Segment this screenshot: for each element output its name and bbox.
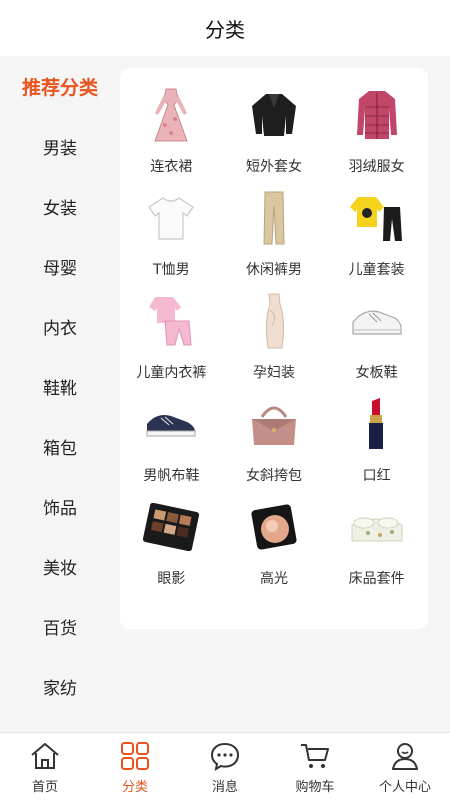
kids-underwear-icon — [140, 290, 202, 352]
home-icon — [28, 739, 62, 773]
dress-icon — [140, 84, 202, 146]
sidebar-item-beauty[interactable]: 美妆 — [0, 536, 120, 596]
grid-item-label: 羽绒服女 — [348, 159, 405, 175]
grid-item-crossbody-bag[interactable]: 女斜挎包 — [223, 393, 326, 496]
bottom-tab-bar: 首页 分类 消息 购物车 个人中心 — [0, 732, 450, 800]
tab-category[interactable]: 分类 — [90, 733, 180, 800]
sidebar-item-accessories[interactable]: 饰品 — [0, 476, 120, 536]
grid-item-bedding[interactable]: 床品套件 — [325, 496, 428, 599]
grid-item-label: 儿童内衣裤 — [136, 365, 207, 381]
grid-item-women-sneakers[interactable]: 女板鞋 — [325, 290, 428, 393]
sidebar-item-general[interactable]: 百货 — [0, 596, 120, 656]
grid-item-label: 眼影 — [157, 571, 186, 587]
grid-item-tshirt[interactable]: T恤男 — [120, 187, 223, 290]
sidebar-item-recommended[interactable]: 推荐分类 — [0, 56, 120, 116]
grid-item-eyeshadow[interactable]: 眼影 — [120, 496, 223, 599]
handbag-icon — [243, 393, 305, 455]
grid-item-casual-pants[interactable]: 休闲裤男 — [223, 187, 326, 290]
grid-item-kids-underwear[interactable]: 儿童内衣裤 — [120, 290, 223, 393]
sidebar-item-bags[interactable]: 箱包 — [0, 416, 120, 476]
bedding-icon — [346, 496, 408, 558]
pants-icon — [243, 187, 305, 249]
sidebar-item-baby[interactable]: 母婴 — [0, 236, 120, 296]
tab-label: 个人中心 — [378, 780, 431, 795]
grid-item-label: 孕妇装 — [252, 365, 295, 381]
grid-item-label: T恤男 — [153, 262, 190, 278]
tab-label: 消息 — [211, 780, 238, 795]
page-header: 分类 — [0, 0, 450, 56]
kids-set-icon — [346, 187, 408, 249]
grid-item-label: 儿童套装 — [348, 262, 405, 278]
eyeshadow-icon — [140, 496, 202, 558]
grid-item-label: 连衣裙 — [150, 159, 193, 175]
category-icon — [118, 739, 152, 773]
grid-item-lipstick[interactable]: 口红 — [325, 393, 428, 496]
grid-item-label: 高光 — [259, 571, 288, 587]
page-title: 分类 — [205, 17, 245, 42]
maternity-dress-icon — [243, 290, 305, 352]
sidebar-item-menswear[interactable]: 男装 — [0, 116, 120, 176]
grid-item-label: 短外套女 — [245, 159, 302, 175]
recommended-panel: 连衣裙 短外套女 羽绒服女 T恤男 休闲裤男 儿童套装 儿童内衣裤 孕妇装 女板… — [120, 68, 428, 629]
tab-home[interactable]: 首页 — [0, 733, 90, 800]
sidebar-item-shoes[interactable]: 鞋靴 — [0, 356, 120, 416]
profile-icon — [388, 739, 422, 773]
grid-item-canvas-shoes[interactable]: 男帆布鞋 — [120, 393, 223, 496]
grid-item-label: 女板鞋 — [355, 365, 398, 381]
canvas-shoe-icon — [140, 393, 202, 455]
message-icon — [208, 739, 242, 773]
grid-item-label: 男帆布鞋 — [143, 468, 200, 484]
grid-item-label: 床品套件 — [348, 571, 405, 587]
grid-item-kids-set[interactable]: 儿童套装 — [325, 187, 428, 290]
tab-cart[interactable]: 购物车 — [270, 733, 360, 800]
cardigan-icon — [243, 84, 305, 146]
sidebar-item-womenswear[interactable]: 女装 — [0, 176, 120, 236]
category-sidebar: 推荐分类 男装 女装 母婴 内衣 鞋靴 箱包 饰品 美妆 百货 家纺 — [0, 56, 120, 732]
lipstick-icon — [346, 393, 408, 455]
tab-profile[interactable]: 个人中心 — [360, 733, 450, 800]
grid-item-label: 口红 — [362, 468, 391, 484]
grid-item-maternity[interactable]: 孕妇装 — [223, 290, 326, 393]
down-jacket-icon — [346, 84, 408, 146]
category-grid: 连衣裙 短外套女 羽绒服女 T恤男 休闲裤男 儿童套装 儿童内衣裤 孕妇装 女板… — [120, 84, 428, 599]
sidebar-item-home-textiles[interactable]: 家纺 — [0, 656, 120, 716]
tab-label: 分类 — [121, 780, 148, 795]
grid-item-short-coat[interactable]: 短外套女 — [223, 84, 326, 187]
grid-item-label: 休闲裤男 — [245, 262, 302, 278]
cart-icon — [298, 739, 332, 773]
tshirt-icon — [140, 187, 202, 249]
tab-label: 购物车 — [295, 780, 335, 795]
grid-item-down-jacket[interactable]: 羽绒服女 — [325, 84, 428, 187]
grid-item-highlighter[interactable]: 高光 — [223, 496, 326, 599]
grid-item-label: 女斜挎包 — [245, 468, 302, 484]
sneaker-icon — [346, 290, 408, 352]
tab-messages[interactable]: 消息 — [180, 733, 270, 800]
grid-item-dress[interactable]: 连衣裙 — [120, 84, 223, 187]
sidebar-item-underwear[interactable]: 内衣 — [0, 296, 120, 356]
tab-label: 首页 — [31, 780, 58, 795]
highlighter-icon — [243, 496, 305, 558]
